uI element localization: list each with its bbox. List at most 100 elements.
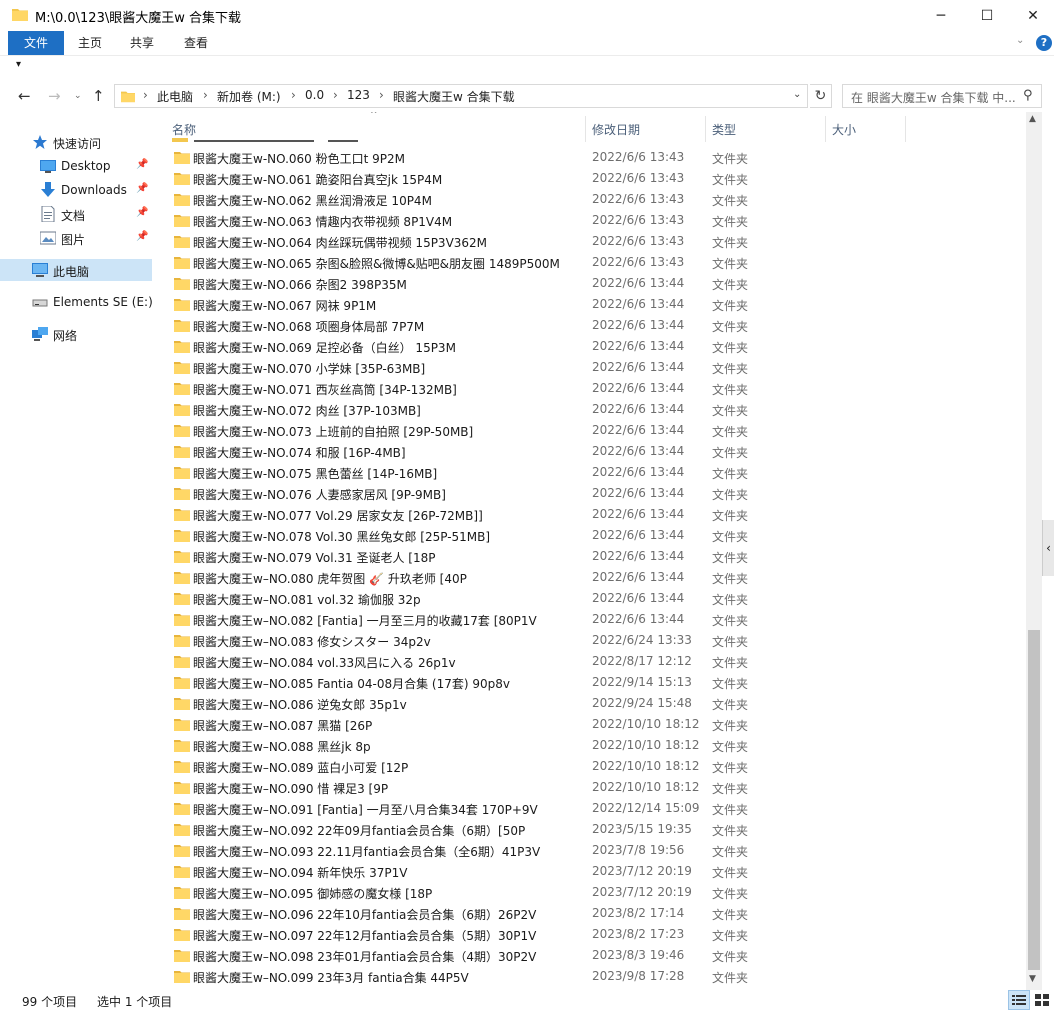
file-row[interactable]: 眼酱大魔王w–NO.096 22年10月fantia会员合集（6期）26P2V 2…	[160, 903, 1026, 924]
pin-icon[interactable]: 📌	[136, 183, 148, 194]
address-bar[interactable]: › 此电脑 › 新加卷 (M:) › 0.0 › 123 › 眼酱大魔王w 合集…	[114, 84, 808, 108]
maximize-button[interactable]: ☐	[964, 0, 1010, 31]
file-row[interactable]: 眼酱大魔王w–NO.082 [Fantia] 一月至三月的收藏17套 [80P1…	[160, 609, 1026, 630]
file-row[interactable]: 眼酱大魔王w–NO.081 vol.32 瑜伽服 32p 2022/6/6 13:…	[160, 588, 1026, 609]
sidebar-item-quick-access[interactable]: 快速访问	[0, 131, 152, 153]
file-row[interactable]: 眼酱大魔王w–NO.089 蓝白小可爱 [12P 2022/10/10 18:12…	[160, 756, 1026, 777]
pin-icon[interactable]: 📌	[136, 231, 148, 242]
file-row[interactable]: 眼酱大魔王w-NO.067 网袜 9P1M 2022/6/6 13:44 文件夹	[160, 294, 1026, 315]
file-row[interactable]: 眼酱大魔王w-NO.068 项圈身体局部 7P7M 2022/6/6 13:44 文…	[160, 315, 1026, 336]
ribbon-expand-icon[interactable]: ⌄	[1016, 35, 1024, 46]
breadcrumb-current-folder[interactable]: 眼酱大魔王w 合集下载	[393, 88, 515, 105]
file-row[interactable]: 眼酱大魔王w–NO.094 新年快乐 37P1V 2023/7/12 20:19 文…	[160, 861, 1026, 882]
preview-pane-toggle[interactable]: ‹	[1042, 520, 1054, 576]
breadcrumb-this-pc[interactable]: 此电脑	[157, 88, 193, 105]
column-header-size[interactable]: 大小	[832, 121, 856, 138]
scrollbar-thumb[interactable]	[1028, 630, 1040, 970]
file-type: 文件夹	[712, 614, 749, 628]
recent-locations-icon[interactable]: ⌄	[74, 91, 82, 101]
file-row[interactable]: 眼酱大魔王w-NO.066 杂图2 398P35M 2022/6/6 13:44 文…	[160, 273, 1026, 294]
file-row[interactable]: 眼酱大魔王w-NO.065 杂图&脸照&微博&贴吧&朋友圈 1489P500M 2…	[160, 252, 1026, 273]
file-row[interactable]: 眼酱大魔王w-NO.064 肉丝踩玩偶带视频 15P3V362M 2022/6/6…	[160, 231, 1026, 252]
file-row[interactable]: 眼酱大魔王w-NO.076 人妻感家居风 [9P-9MB] 2022/6/6 13…	[160, 483, 1026, 504]
search-icon[interactable]: ⚲	[1023, 88, 1033, 103]
file-row[interactable]: 眼酱大魔王w-NO.069 足控必备（白丝） 15P3M 2022/6/6 13:…	[160, 336, 1026, 357]
file-row[interactable]: 眼酱大魔王w-NO.060 粉色工口t 9P2M 2022/6/6 13:43 文件…	[160, 147, 1026, 168]
breadcrumb-separator[interactable]: ›	[203, 88, 208, 102]
file-row[interactable]: 眼酱大魔王w-NO.061 跪姿阳台真空jk 15P4M 2022/6/6 13:…	[160, 168, 1026, 189]
sidebar-item-documents[interactable]: 文档 📌	[0, 203, 152, 225]
file-row[interactable]: 眼酱大魔王w-NO.072 肉丝 [37P-103MB] 2022/6/6 13:…	[160, 399, 1026, 420]
sidebar-item-network[interactable]: 网络	[0, 323, 152, 345]
minimize-button[interactable]: ─	[918, 0, 964, 31]
file-row[interactable]: 眼酱大魔王w–NO.091 [Fantia] 一月至八月合集34套 170P+9…	[160, 798, 1026, 819]
column-header-date[interactable]: 修改日期	[592, 121, 640, 138]
breadcrumb-separator[interactable]: ›	[379, 88, 384, 102]
tab-view[interactable]: 查看	[172, 31, 220, 55]
large-icons-view-button[interactable]	[1031, 990, 1053, 1010]
qat-dropdown-icon[interactable]: ▾	[16, 59, 21, 70]
sidebar-item-pictures[interactable]: 图片 📌	[0, 227, 152, 249]
file-row[interactable]: 眼酱大魔王w-NO.062 黑丝润滑液足 10P4M 2022/6/6 13:43…	[160, 189, 1026, 210]
column-divider[interactable]	[585, 116, 586, 142]
scroll-up-arrow-icon[interactable]: ▲	[1029, 114, 1036, 124]
file-row[interactable]: 眼酱大魔王w-NO.073 上班前的自拍照 [29P-50MB] 2022/6/6…	[160, 420, 1026, 441]
tab-file[interactable]: 文件	[8, 31, 64, 55]
breadcrumb-separator[interactable]: ›	[143, 88, 148, 102]
address-dropdown-icon[interactable]: ⌄	[793, 89, 801, 100]
file-row[interactable]: 眼酱大魔王w-NO.070 小学妹 [35P-63MB] 2022/6/6 13:…	[160, 357, 1026, 378]
file-row[interactable]: 眼酱大魔王w–NO.090 惜 裸足3 [9P 2022/10/10 18:12 文…	[160, 777, 1026, 798]
file-row[interactable]: 眼酱大魔王w–NO.085 Fantia 04-08月合集 (17套) 90p8…	[160, 672, 1026, 693]
scroll-down-arrow-icon[interactable]: ▼	[1029, 974, 1036, 984]
breadcrumb-separator[interactable]: ›	[291, 88, 296, 102]
column-divider[interactable]	[825, 116, 826, 142]
tab-share[interactable]: 共享	[120, 31, 164, 55]
file-row[interactable]: 眼酱大魔王w–NO.088 黑丝jk 8p 2022/10/10 18:12 文件夹	[160, 735, 1026, 756]
sidebar-item-this-pc[interactable]: 此电脑	[0, 259, 152, 281]
column-divider[interactable]	[905, 116, 906, 142]
file-row[interactable]: 眼酱大魔王w-NO.078 Vol.30 黑丝兔女郎 [25P-51MB] 202…	[160, 525, 1026, 546]
file-name: 眼酱大魔王w–NO.084 vol.33风吕に入る 26p1v	[193, 656, 456, 670]
column-header-type[interactable]: 类型	[712, 121, 736, 138]
details-view-button[interactable]	[1008, 990, 1030, 1010]
up-button[interactable]: ↑	[92, 87, 105, 105]
file-row[interactable]: 眼酱大魔王w–NO.095 御姉感の魔女様 [18P 2023/7/12 20:1…	[160, 882, 1026, 903]
sidebar-item-drive[interactable]: Elements SE (E:)	[0, 291, 153, 313]
file-row[interactable]: 眼酱大魔王w–NO.093 22.11月fantia会员合集（全6期）41P3V…	[160, 840, 1026, 861]
file-row[interactable]: 眼酱大魔王w–NO.080 虎年贺图 🎸 升玖老师 [40P 2022/6/6 1…	[160, 567, 1026, 588]
breadcrumb-drive[interactable]: 新加卷 (M:)	[217, 88, 281, 105]
file-row[interactable]: 眼酱大魔王w–NO.092 22年09月fantia会员合集（6期）[50P 20…	[160, 819, 1026, 840]
file-row[interactable]: 眼酱大魔王w-NO.075 黑色蕾丝 [14P-16MB] 2022/6/6 13…	[160, 462, 1026, 483]
file-row[interactable]: 眼酱大魔王w-NO.074 和服 [16P-4MB] 2022/6/6 13:44…	[160, 441, 1026, 462]
file-row[interactable]: 眼酱大魔王w–NO.099 23年3月 fantia合集 44P5V 2023/9…	[160, 966, 1026, 987]
file-row[interactable]: 眼酱大魔王w–NO.087 黑猫 [26P 2022/10/10 18:12 文件夹	[160, 714, 1026, 735]
help-icon[interactable]: ?	[1036, 35, 1052, 51]
sidebar-item-desktop[interactable]: Desktop 📌	[0, 155, 152, 177]
pin-icon[interactable]: 📌	[136, 207, 148, 218]
file-row[interactable]: 眼酱大魔王w–NO.083 修女シスター 34p2v 2022/6/24 13:3…	[160, 630, 1026, 651]
file-row[interactable]: 眼酱大魔王w-NO.077 Vol.29 居家女友 [26P-72MB]] 202…	[160, 504, 1026, 525]
column-divider[interactable]	[705, 116, 706, 142]
file-row[interactable]: 眼酱大魔王w–NO.098 23年01月fantia会员合集（4期）30P2V 2…	[160, 945, 1026, 966]
forward-button[interactable]: →	[48, 87, 61, 105]
file-row[interactable]: 眼酱大魔王w-NO.063 情趣内衣带视频 8P1V4M 2022/6/6 13:…	[160, 210, 1026, 231]
refresh-button[interactable]: ↻	[810, 84, 832, 108]
close-button[interactable]: ✕	[1010, 0, 1054, 31]
vertical-scrollbar[interactable]: ▲ ▼	[1026, 112, 1042, 990]
search-box[interactable]: 在 眼酱大魔王w 合集下载 中... ⚲	[842, 84, 1042, 108]
file-type: 文件夹	[712, 194, 749, 208]
back-button[interactable]: ←	[18, 87, 31, 105]
pin-icon[interactable]: 📌	[136, 159, 148, 170]
file-type: 文件夹	[712, 971, 749, 985]
breadcrumb-folder-00[interactable]: 0.0	[305, 88, 324, 102]
file-row[interactable]: 眼酱大魔王w–NO.097 22年12月fantia会员合集（5期）30P1V 2…	[160, 924, 1026, 945]
breadcrumb-folder-123[interactable]: 123	[347, 88, 370, 102]
tab-home[interactable]: 主页	[68, 31, 112, 55]
file-row[interactable]: 眼酱大魔王w-NO.079 Vol.31 圣诞老人 [18P 2022/6/6 1…	[160, 546, 1026, 567]
sidebar-item-downloads[interactable]: Downloads 📌	[0, 179, 152, 201]
file-row[interactable]: 眼酱大魔王w–NO.084 vol.33风吕に入る 26p1v 2022/8/17…	[160, 651, 1026, 672]
breadcrumb-separator[interactable]: ›	[333, 88, 338, 102]
file-row[interactable]: 眼酱大魔王w-NO.071 西灰丝高筒 [34P-132MB] 2022/6/6 …	[160, 378, 1026, 399]
column-header-name[interactable]: 名称	[172, 121, 196, 138]
file-row[interactable]: 眼酱大魔王w–NO.086 逆兔女郎 35p1v 2022/9/24 15:48 文…	[160, 693, 1026, 714]
